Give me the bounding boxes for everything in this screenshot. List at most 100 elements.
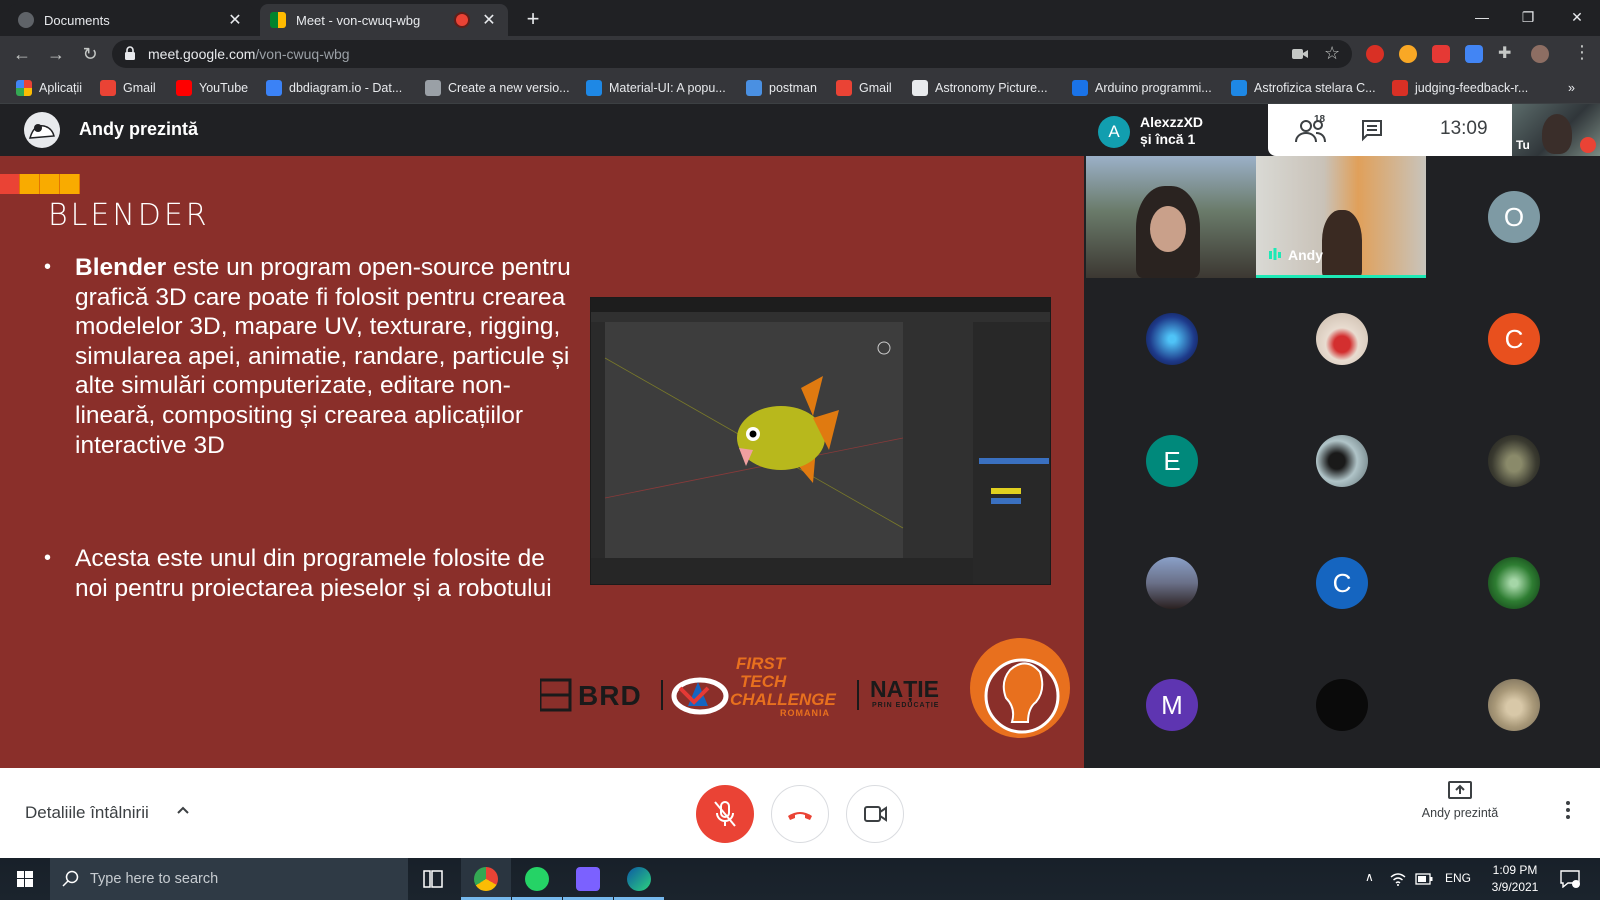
participant-avatar: C	[1488, 313, 1540, 365]
more-options-icon[interactable]	[1560, 798, 1576, 822]
browser-tab-strip: Documents ✕ Meet - von-cwuq-wbg ✕ + ― ❐ …	[0, 0, 1600, 36]
participant-tile[interactable]: O	[1428, 156, 1600, 278]
self-label: Tu	[1516, 138, 1530, 152]
minimize-button[interactable]: ―	[1459, 0, 1505, 34]
extension-youtube-icon[interactable]	[1432, 45, 1450, 63]
bookmark-star-icon[interactable]: ☆	[1324, 43, 1340, 64]
windows-taskbar: Type here to search ∧ ENG 1:09 PM 3/9/20…	[0, 858, 1600, 900]
participant-tile[interactable]: M	[1086, 644, 1258, 766]
taskbar-whatsapp[interactable]	[512, 858, 562, 900]
wifi-icon[interactable]	[1390, 872, 1406, 886]
participant-tile[interactable]	[1256, 644, 1428, 766]
participant-video-tile[interactable]	[1086, 156, 1256, 278]
chevron-up-icon[interactable]	[175, 802, 191, 818]
microphone-toggle-button[interactable]	[696, 785, 754, 843]
new-tab-button[interactable]: +	[520, 6, 546, 32]
system-clock[interactable]: 1:09 PM 3/9/2021	[1484, 862, 1546, 896]
meeting-details-button[interactable]: Detaliile întâlnirii	[25, 803, 149, 823]
bookmark-material-ui[interactable]: Material-UI: A popu...	[586, 79, 726, 97]
back-button[interactable]: ←	[10, 42, 34, 66]
tab-title: Documents	[44, 12, 110, 28]
andy-video-tile[interactable]: Andy	[1256, 156, 1426, 278]
bookmark-youtube[interactable]: YouTube	[176, 79, 248, 97]
bullet-body: este un program open-source pentru grafi…	[75, 254, 571, 459]
mic-off-icon	[714, 801, 736, 827]
self-view-face	[1542, 114, 1572, 154]
participant-tile[interactable]	[1086, 522, 1258, 644]
bookmark-gmail-2[interactable]: Gmail	[836, 79, 892, 97]
participant-tile[interactable]	[1086, 278, 1258, 400]
tab-close-icon[interactable]: ✕	[226, 10, 244, 30]
extensions-puzzle-icon[interactable]: ✚	[1498, 43, 1511, 63]
bookmark-gmail[interactable]: Gmail	[100, 79, 156, 97]
taskbar-edge[interactable]	[614, 858, 664, 900]
camera-in-use-icon[interactable]	[1292, 48, 1308, 60]
participant-tile[interactable]	[1428, 644, 1600, 766]
ftc-logo-line3: CHALLENGE	[730, 690, 836, 709]
extension-honey-icon[interactable]	[1399, 45, 1417, 63]
input-language[interactable]: ENG	[1445, 871, 1471, 885]
notification-icon[interactable]	[1560, 870, 1580, 888]
bookmark-judging[interactable]: judging-feedback-r...	[1392, 79, 1528, 97]
participant-tile[interactable]	[1428, 400, 1600, 522]
participant-face-skin	[1150, 206, 1186, 252]
maximize-button[interactable]: ❐	[1505, 0, 1551, 34]
url-host: meet.google.com	[148, 46, 256, 62]
self-view-thumbnail[interactable]: Tu	[1512, 104, 1600, 156]
close-window-button[interactable]: ✕	[1554, 0, 1600, 34]
participant-tile[interactable]: E	[1086, 400, 1258, 522]
bookmark-dbdiagram[interactable]: dbdiagram.io - Dat...	[266, 79, 402, 97]
dbdiagram-icon	[266, 80, 282, 96]
meeting-info-panel: 18 13:09	[1268, 104, 1512, 156]
tab-meet[interactable]: Meet - von-cwuq-wbg ✕	[260, 4, 508, 36]
ftc-logo-line2: TECH	[740, 672, 787, 691]
tab-close-icon[interactable]: ✕	[480, 10, 498, 30]
participant-avatar	[1316, 679, 1368, 731]
participant-avatar	[1316, 435, 1368, 487]
sponsor-logos: BRD FIRST TECH CHALLENGE ROMANIA NAȚIE P…	[538, 636, 1070, 756]
tray-overflow-icon[interactable]: ∧	[1365, 870, 1374, 884]
extension-eyedropper-icon[interactable]	[1465, 45, 1483, 63]
bookmark-astronomy[interactable]: Astronomy Picture...	[912, 79, 1048, 97]
hang-up-button[interactable]	[771, 785, 829, 843]
share-mic-icon	[40, 174, 60, 194]
taskbar-search-placeholder: Type here to search	[90, 871, 219, 887]
battery-icon[interactable]	[1415, 873, 1433, 885]
natie-logo-sub: PRIN EDUCAȚIE	[872, 702, 940, 709]
participant-tile[interactable]	[1256, 278, 1428, 400]
system-date: 3/9/2021	[1491, 880, 1539, 894]
profile-avatar[interactable]	[1531, 45, 1549, 63]
bookmark-arduino[interactable]: Arduino programmi...	[1072, 79, 1212, 97]
bookmark-aplicatii[interactable]: Aplicații	[16, 79, 82, 97]
extension-adblock-icon[interactable]	[1366, 45, 1384, 63]
participant-tile[interactable]: C	[1256, 522, 1428, 644]
address-bar[interactable]: meet.google.com/von-cwuq-wbg	[112, 40, 1352, 68]
bookmark-create-version[interactable]: Create a new versio...	[425, 79, 570, 97]
active-speaker-chip: A AlexzzXD și încă 1	[1098, 114, 1268, 150]
windows-start-icon[interactable]	[0, 858, 50, 900]
browser-menu-icon[interactable]: ⋮	[1573, 42, 1591, 63]
reload-button[interactable]: ↻	[78, 42, 102, 66]
chat-icon[interactable]	[1360, 118, 1384, 142]
participant-tile[interactable]	[1428, 522, 1600, 644]
bookmarks-bar: Aplicații Gmail YouTube dbdiagram.io - D…	[0, 72, 1600, 104]
whatsapp-icon	[525, 867, 549, 891]
bookmark-postman[interactable]: postman	[746, 79, 817, 97]
task-view-button[interactable]	[408, 858, 458, 900]
participant-tile[interactable]: C	[1428, 278, 1600, 400]
tab-documents[interactable]: Documents ✕	[8, 4, 254, 36]
present-now-button[interactable]: Andy prezintă	[1418, 781, 1502, 822]
present-label: Andy prezintă	[1421, 806, 1499, 820]
participant-avatar	[1316, 313, 1368, 365]
taskbar-snip[interactable]	[563, 858, 613, 900]
bookmark-astrofizica[interactable]: Astrofizica stelara C...	[1231, 79, 1376, 97]
edge-icon	[627, 867, 651, 891]
arduino-icon	[1072, 80, 1088, 96]
taskbar-chrome[interactable]	[461, 858, 511, 900]
speaker-avatar: A	[1098, 116, 1130, 148]
participant-tile[interactable]	[1256, 400, 1428, 522]
camera-toggle-button[interactable]	[846, 785, 904, 843]
taskbar-search-box[interactable]: Type here to search	[50, 858, 408, 900]
bookmarks-overflow-button[interactable]: »	[1568, 79, 1575, 97]
forward-button[interactable]: →	[44, 42, 68, 66]
